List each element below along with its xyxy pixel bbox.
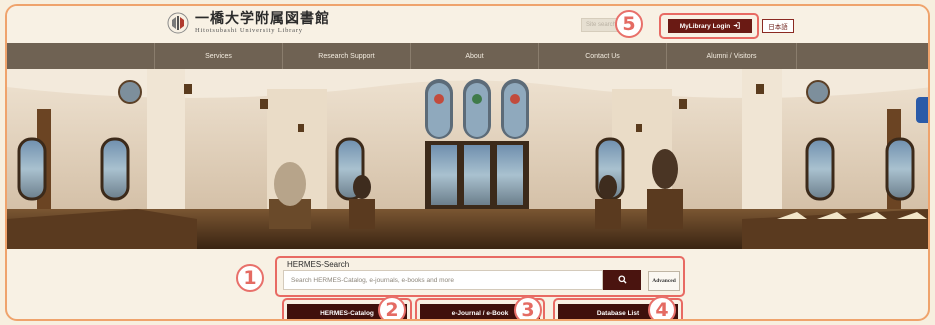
mylibrary-login-label: MyLibrary Login bbox=[679, 22, 731, 30]
library-interior-hero-image bbox=[7, 69, 928, 249]
search-button[interactable] bbox=[603, 270, 641, 290]
login-arrow-icon bbox=[733, 21, 741, 31]
accessibility-tab-button[interactable] bbox=[916, 97, 928, 123]
callout-number-3: 3 bbox=[514, 296, 542, 319]
nav-item-services[interactable]: Services bbox=[155, 43, 283, 69]
search-icon bbox=[617, 271, 627, 289]
search-section-title: HERMES-Search bbox=[287, 260, 350, 269]
callout-number-1: 1 bbox=[236, 264, 264, 292]
callout-number-4: 4 bbox=[648, 296, 676, 319]
university-emblem-icon bbox=[167, 12, 189, 34]
nav-item-contact-us[interactable]: Contact Us bbox=[539, 43, 667, 69]
hermes-search-input[interactable]: Search HERMES-Catalog, e-journals, e-boo… bbox=[283, 270, 603, 290]
page-frame: 一橋大学附属図書館 Hitotsubashi University Librar… bbox=[5, 4, 930, 321]
library-logo[interactable]: 一橋大学附属図書館 Hitotsubashi University Librar… bbox=[167, 12, 330, 35]
advanced-search-button[interactable]: Advanced bbox=[648, 271, 680, 291]
nav-item-research-support[interactable]: Research Support bbox=[283, 43, 411, 69]
main-navigation: Services Research Support About Contact … bbox=[7, 43, 928, 69]
callout-number-5: 5 bbox=[615, 10, 643, 38]
language-switch-button[interactable]: 日本語 bbox=[762, 19, 794, 33]
logo-japanese-name: 一橋大学附属図書館 bbox=[195, 11, 330, 27]
logo-english-name: Hitotsubashi University Library bbox=[195, 27, 303, 34]
nav-item-alumni-visitors[interactable]: Alumni / Visitors bbox=[667, 43, 797, 69]
mylibrary-login-button[interactable]: MyLibrary Login bbox=[668, 19, 752, 33]
nav-item-about[interactable]: About bbox=[411, 43, 539, 69]
callout-number-2: 2 bbox=[378, 296, 406, 319]
